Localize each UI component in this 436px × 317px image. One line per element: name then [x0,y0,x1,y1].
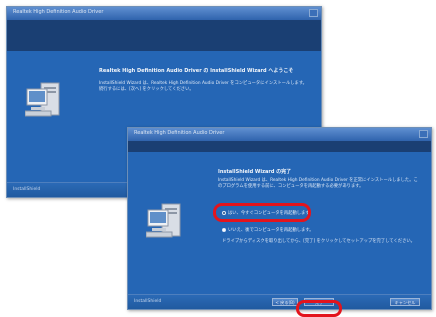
restart-option-highlight [213,203,311,222]
welcome-description: InstallShield Wizard は、Realtek High Defi… [99,81,307,92]
close-icon[interactable] [309,9,318,17]
installshield-label: InstallShield [134,299,162,304]
installshield-label: InstallShield [13,187,41,192]
eject-disk-instruction: ドライブからディスクを取り出してから、[完了] をクリックしてセットアップを完了… [222,239,415,244]
back-button[interactable]: < 戻る(B) [272,298,298,306]
wizard-footer: InstallShield < 戻る(B) 完了 キャンセル [128,294,431,309]
complete-description: InstallShield Wizard は、Realtek High Defi… [218,178,418,189]
computer-icon [146,203,181,238]
computer-icon [25,82,60,117]
finish-button-highlight [296,300,342,317]
wizard-content: InstallShield Wizard の完了 InstallShield W… [128,152,431,295]
title-bar: Realtek High Definition Audio Driver [7,7,321,21]
title-bar: Realtek High Definition Audio Driver [128,128,431,142]
welcome-heading: Realtek High Definition Audio Driver の I… [99,68,294,74]
header-band [7,21,321,51]
radio-unselected-icon[interactable] [222,227,226,232]
cancel-button[interactable]: キャンセル [390,298,420,306]
close-icon[interactable] [419,130,428,138]
window-title: Realtek High Definition Audio Driver [13,9,104,15]
restart-later-option[interactable]: いいえ、後でコンピュータを再起動します。 [222,227,314,233]
window-title: Realtek High Definition Audio Driver [134,130,225,136]
restart-later-label: いいえ、後でコンピュータを再起動します。 [228,228,314,233]
header-band [128,142,431,152]
complete-heading: InstallShield Wizard の完了 [218,169,292,175]
